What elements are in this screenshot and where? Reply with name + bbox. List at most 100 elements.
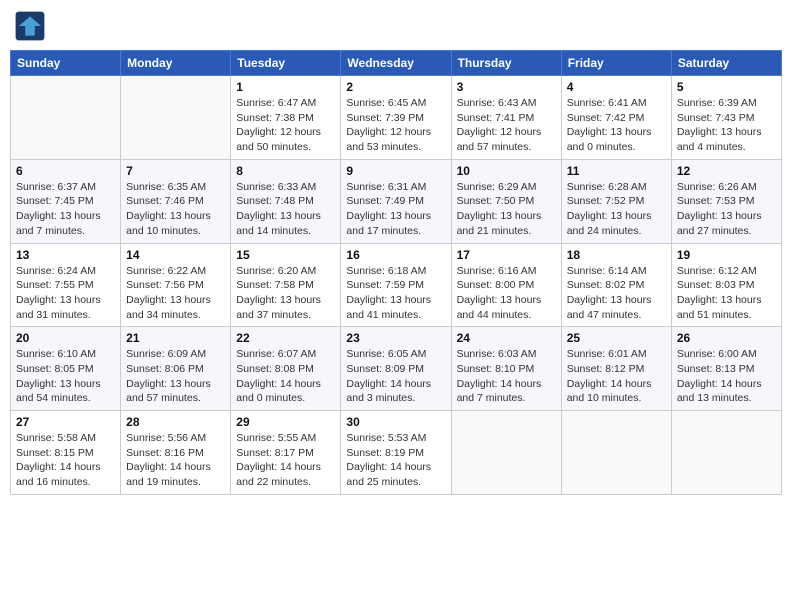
day-detail: Sunrise: 6:09 AMSunset: 8:06 PMDaylight:… (126, 347, 225, 406)
day-number: 11 (567, 164, 666, 178)
day-detail: Sunrise: 6:24 AMSunset: 7:55 PMDaylight:… (16, 264, 115, 323)
page-header (10, 10, 782, 42)
calendar-cell: 12 Sunrise: 6:26 AMSunset: 7:53 PMDayligh… (671, 159, 781, 243)
day-detail: Sunrise: 6:18 AMSunset: 7:59 PMDaylight:… (346, 264, 445, 323)
calendar-cell: 1 Sunrise: 6:47 AMSunset: 7:38 PMDaylight… (231, 76, 341, 160)
day-number: 21 (126, 331, 225, 345)
calendar-cell: 29 Sunrise: 5:55 AMSunset: 8:17 PMDayligh… (231, 411, 341, 495)
day-number: 9 (346, 164, 445, 178)
day-number: 1 (236, 80, 335, 94)
calendar-cell: 5 Sunrise: 6:39 AMSunset: 7:43 PMDaylight… (671, 76, 781, 160)
day-detail: Sunrise: 6:41 AMSunset: 7:42 PMDaylight:… (567, 96, 666, 155)
day-detail: Sunrise: 6:20 AMSunset: 7:58 PMDaylight:… (236, 264, 335, 323)
day-detail: Sunrise: 6:12 AMSunset: 8:03 PMDaylight:… (677, 264, 776, 323)
day-number: 30 (346, 415, 445, 429)
day-number: 6 (16, 164, 115, 178)
day-detail: Sunrise: 5:58 AMSunset: 8:15 PMDaylight:… (16, 431, 115, 490)
calendar-cell: 20 Sunrise: 6:10 AMSunset: 8:05 PMDayligh… (11, 327, 121, 411)
day-detail: Sunrise: 5:56 AMSunset: 8:16 PMDaylight:… (126, 431, 225, 490)
day-detail: Sunrise: 6:28 AMSunset: 7:52 PMDaylight:… (567, 180, 666, 239)
calendar-cell: 7 Sunrise: 6:35 AMSunset: 7:46 PMDaylight… (121, 159, 231, 243)
day-detail: Sunrise: 6:03 AMSunset: 8:10 PMDaylight:… (457, 347, 556, 406)
calendar-cell: 17 Sunrise: 6:16 AMSunset: 8:00 PMDayligh… (451, 243, 561, 327)
day-number: 28 (126, 415, 225, 429)
calendar-cell: 22 Sunrise: 6:07 AMSunset: 8:08 PMDayligh… (231, 327, 341, 411)
calendar-cell: 21 Sunrise: 6:09 AMSunset: 8:06 PMDayligh… (121, 327, 231, 411)
day-header: Saturday (671, 51, 781, 76)
calendar-cell: 15 Sunrise: 6:20 AMSunset: 7:58 PMDayligh… (231, 243, 341, 327)
calendar-header-row: SundayMondayTuesdayWednesdayThursdayFrid… (11, 51, 782, 76)
day-detail: Sunrise: 6:33 AMSunset: 7:48 PMDaylight:… (236, 180, 335, 239)
day-number: 20 (16, 331, 115, 345)
day-number: 19 (677, 248, 776, 262)
logo (14, 10, 50, 42)
day-detail: Sunrise: 6:07 AMSunset: 8:08 PMDaylight:… (236, 347, 335, 406)
day-number: 17 (457, 248, 556, 262)
day-number: 15 (236, 248, 335, 262)
calendar-cell: 18 Sunrise: 6:14 AMSunset: 8:02 PMDayligh… (561, 243, 671, 327)
day-number: 4 (567, 80, 666, 94)
calendar-cell: 16 Sunrise: 6:18 AMSunset: 7:59 PMDayligh… (341, 243, 451, 327)
day-number: 14 (126, 248, 225, 262)
calendar-cell: 13 Sunrise: 6:24 AMSunset: 7:55 PMDayligh… (11, 243, 121, 327)
calendar-cell: 2 Sunrise: 6:45 AMSunset: 7:39 PMDaylight… (341, 76, 451, 160)
day-detail: Sunrise: 5:55 AMSunset: 8:17 PMDaylight:… (236, 431, 335, 490)
day-number: 8 (236, 164, 335, 178)
calendar-cell: 27 Sunrise: 5:58 AMSunset: 8:15 PMDayligh… (11, 411, 121, 495)
day-detail: Sunrise: 6:00 AMSunset: 8:13 PMDaylight:… (677, 347, 776, 406)
day-number: 5 (677, 80, 776, 94)
calendar-week-row: 27 Sunrise: 5:58 AMSunset: 8:15 PMDayligh… (11, 411, 782, 495)
day-detail: Sunrise: 5:53 AMSunset: 8:19 PMDaylight:… (346, 431, 445, 490)
day-detail: Sunrise: 6:43 AMSunset: 7:41 PMDaylight:… (457, 96, 556, 155)
day-detail: Sunrise: 6:45 AMSunset: 7:39 PMDaylight:… (346, 96, 445, 155)
day-detail: Sunrise: 6:39 AMSunset: 7:43 PMDaylight:… (677, 96, 776, 155)
calendar-week-row: 1 Sunrise: 6:47 AMSunset: 7:38 PMDaylight… (11, 76, 782, 160)
day-detail: Sunrise: 6:22 AMSunset: 7:56 PMDaylight:… (126, 264, 225, 323)
day-detail: Sunrise: 6:29 AMSunset: 7:50 PMDaylight:… (457, 180, 556, 239)
calendar-cell (121, 76, 231, 160)
day-header: Tuesday (231, 51, 341, 76)
calendar-cell: 19 Sunrise: 6:12 AMSunset: 8:03 PMDayligh… (671, 243, 781, 327)
calendar-cell: 14 Sunrise: 6:22 AMSunset: 7:56 PMDayligh… (121, 243, 231, 327)
day-detail: Sunrise: 6:01 AMSunset: 8:12 PMDaylight:… (567, 347, 666, 406)
day-header: Friday (561, 51, 671, 76)
calendar-cell: 10Sunrise: 6:29 AMSunset: 7:50 PMDayligh… (451, 159, 561, 243)
day-detail: Sunrise: 6:10 AMSunset: 8:05 PMDaylight:… (16, 347, 115, 406)
logo-icon (14, 10, 46, 42)
calendar-cell (671, 411, 781, 495)
day-detail: Sunrise: 6:26 AMSunset: 7:53 PMDaylight:… (677, 180, 776, 239)
day-number: 29 (236, 415, 335, 429)
calendar-cell: 25 Sunrise: 6:01 AMSunset: 8:12 PMDayligh… (561, 327, 671, 411)
day-number: 27 (16, 415, 115, 429)
day-number: 16 (346, 248, 445, 262)
day-number: 12 (677, 164, 776, 178)
day-number: 25 (567, 331, 666, 345)
calendar-cell (561, 411, 671, 495)
day-number: 18 (567, 248, 666, 262)
day-number: 26 (677, 331, 776, 345)
day-number: 13 (16, 248, 115, 262)
day-number: 7 (126, 164, 225, 178)
day-number: 2 (346, 80, 445, 94)
calendar-cell: 9 Sunrise: 6:31 AMSunset: 7:49 PMDaylight… (341, 159, 451, 243)
day-header: Sunday (11, 51, 121, 76)
calendar-cell (11, 76, 121, 160)
day-number: 3 (457, 80, 556, 94)
day-detail: Sunrise: 6:16 AMSunset: 8:00 PMDaylight:… (457, 264, 556, 323)
day-detail: Sunrise: 6:05 AMSunset: 8:09 PMDaylight:… (346, 347, 445, 406)
calendar-week-row: 20 Sunrise: 6:10 AMSunset: 8:05 PMDayligh… (11, 327, 782, 411)
calendar-cell: 26 Sunrise: 6:00 AMSunset: 8:13 PMDayligh… (671, 327, 781, 411)
day-detail: Sunrise: 6:47 AMSunset: 7:38 PMDaylight:… (236, 96, 335, 155)
calendar-cell: 28 Sunrise: 5:56 AMSunset: 8:16 PMDayligh… (121, 411, 231, 495)
calendar-week-row: 6Sunrise: 6:37 AMSunset: 7:45 PMDaylight… (11, 159, 782, 243)
calendar-body: 1 Sunrise: 6:47 AMSunset: 7:38 PMDaylight… (11, 76, 782, 495)
calendar-week-row: 13 Sunrise: 6:24 AMSunset: 7:55 PMDayligh… (11, 243, 782, 327)
calendar-cell: 8 Sunrise: 6:33 AMSunset: 7:48 PMDaylight… (231, 159, 341, 243)
day-header: Monday (121, 51, 231, 76)
day-number: 22 (236, 331, 335, 345)
day-header: Wednesday (341, 51, 451, 76)
day-detail: Sunrise: 6:14 AMSunset: 8:02 PMDaylight:… (567, 264, 666, 323)
day-detail: Sunrise: 6:35 AMSunset: 7:46 PMDaylight:… (126, 180, 225, 239)
day-number: 23 (346, 331, 445, 345)
day-detail: Sunrise: 6:31 AMSunset: 7:49 PMDaylight:… (346, 180, 445, 239)
